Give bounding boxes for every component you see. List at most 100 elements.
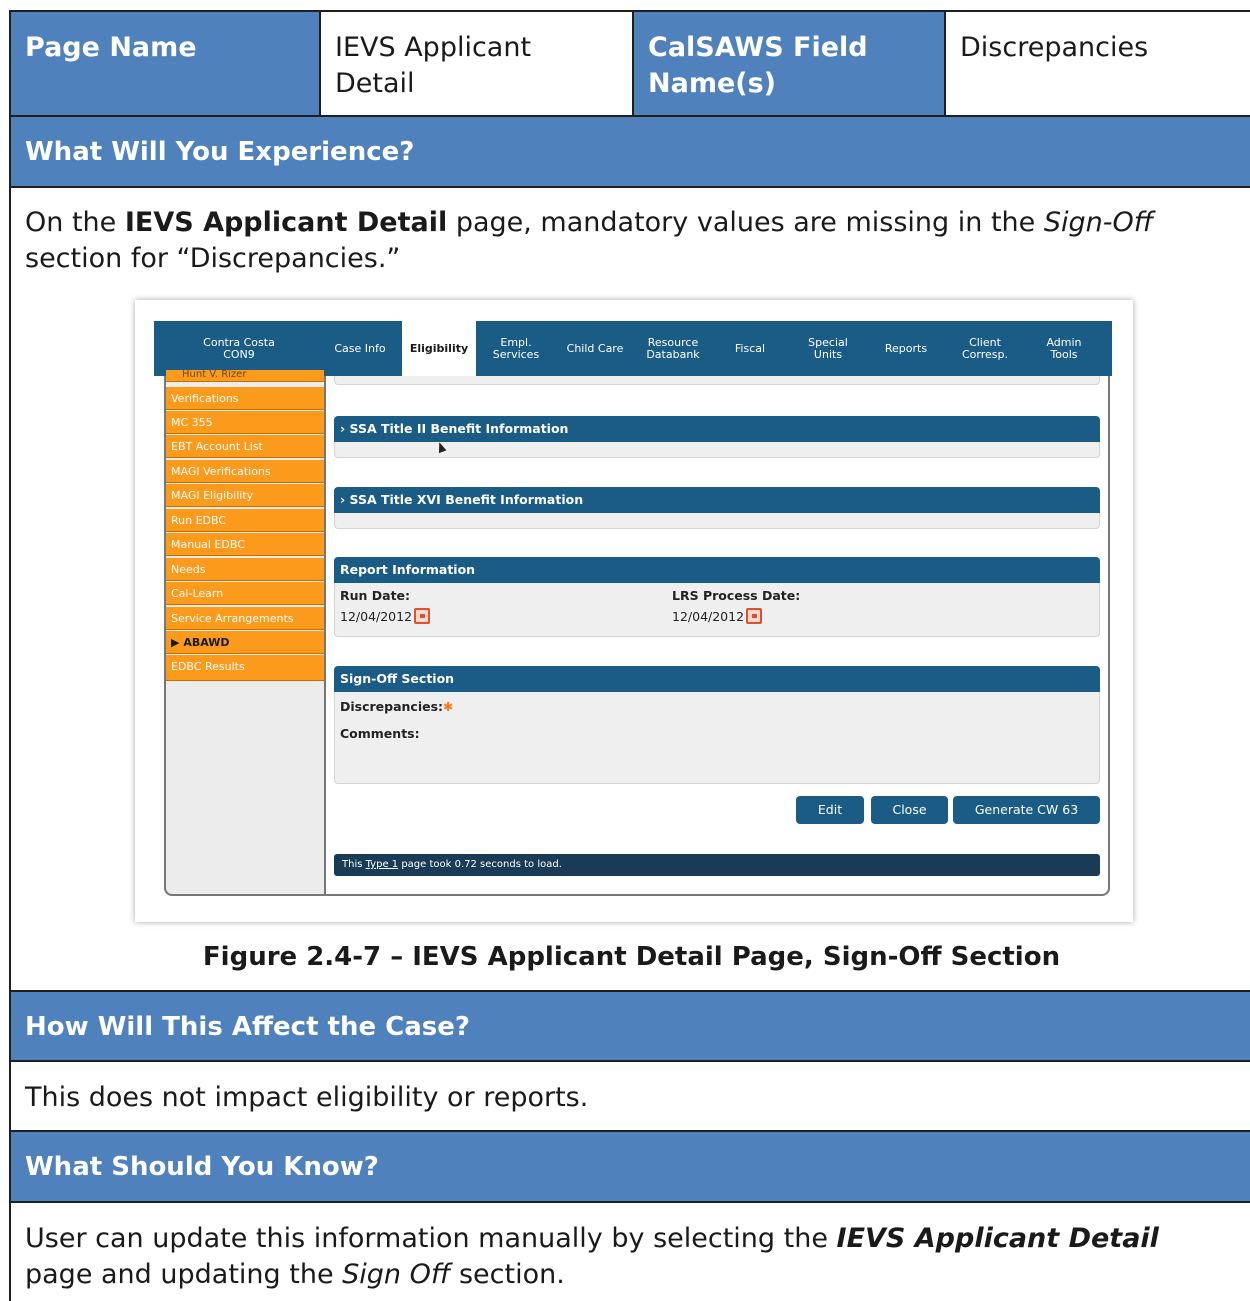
nav-resource-line1: Resource bbox=[647, 335, 699, 349]
run-date-value: 12/04/2012 bbox=[340, 608, 413, 624]
nav-reports-label: Reports bbox=[884, 341, 928, 355]
lrs-date-value: 12/04/2012 bbox=[672, 608, 745, 624]
nav-resource-line2: Databank bbox=[646, 347, 700, 361]
know-text-a: User can update this information manuall… bbox=[25, 1223, 837, 1254]
required-asterisk-icon: ✱ bbox=[443, 699, 454, 714]
nav-resource-databank[interactable]: Resource Databank bbox=[634, 321, 712, 376]
left-nav-item[interactable]: MC 355 bbox=[166, 411, 324, 434]
nav-eligibility-label: Eligibility bbox=[409, 342, 469, 355]
page-name-value: IEVS Applicant Detail bbox=[321, 12, 634, 115]
close-button[interactable]: Close bbox=[871, 796, 948, 824]
left-nav-item[interactable]: MAGI Verifications bbox=[166, 460, 324, 483]
field-name-label: CalSAWS Field Name(s) bbox=[634, 12, 946, 115]
know-text-b: IEVS Applicant Detail bbox=[836, 1223, 1159, 1254]
nav-fiscal-label: Fiscal bbox=[734, 341, 766, 355]
experience-text-a: On the bbox=[25, 207, 125, 238]
nav-admin-line1: Admin bbox=[1046, 335, 1082, 349]
nav-case-info[interactable]: Case Info bbox=[324, 321, 396, 376]
figure-caption: Figure 2.4-7 – IEVS Applicant Detail Pag… bbox=[202, 942, 1061, 972]
left-nav-item-active[interactable]: ▶ ABAWD bbox=[166, 631, 324, 654]
county-line2: CON9 bbox=[223, 347, 255, 361]
calendar-icon[interactable] bbox=[746, 608, 763, 624]
main-content-panel: › SSA Title II Benefit Information › SSA… bbox=[324, 376, 1110, 896]
nav-special-line2: Units bbox=[813, 347, 843, 361]
ssa-title16-body bbox=[334, 513, 1100, 529]
left-nav-item[interactable]: Needs bbox=[166, 558, 324, 581]
nav-client-line2: Corresp. bbox=[962, 347, 1008, 361]
affect-text: This does not impact eligibility or repo… bbox=[25, 1082, 589, 1113]
discrepancies-label-text: Discrepancies: bbox=[340, 699, 444, 714]
field-name-label-line1: CalSAWS Field bbox=[648, 32, 868, 63]
page-name-label: Page Name bbox=[11, 12, 321, 115]
experience-text-b: IEVS Applicant Detail bbox=[124, 207, 448, 238]
field-name-value: Discrepancies bbox=[946, 12, 1250, 115]
left-nav-item[interactable]: EDBC Results bbox=[166, 655, 324, 681]
prev-section-body bbox=[334, 376, 1100, 385]
report-info-header: Report Information bbox=[334, 557, 1100, 583]
edit-button[interactable]: Edit bbox=[796, 796, 864, 824]
app-top-nav: Contra Costa CON9 Case Info Eligibility E… bbox=[154, 321, 1112, 377]
app-screenshot: Contra Costa CON9 Case Info Eligibility E… bbox=[135, 300, 1133, 922]
comments-label: Comments: bbox=[340, 726, 420, 741]
know-text-e: section. bbox=[450, 1259, 565, 1290]
ssa-title2-body bbox=[334, 442, 1100, 458]
ssa-title2-header[interactable]: › SSA Title II Benefit Information bbox=[334, 416, 1100, 442]
nav-special-units[interactable]: Special Units bbox=[790, 321, 866, 376]
nav-empl-line1: Empl. bbox=[500, 335, 532, 349]
nav-fiscal[interactable]: Fiscal bbox=[712, 321, 788, 376]
nav-empl-services[interactable]: Empl. Services bbox=[478, 321, 554, 376]
nav-admin-tools[interactable]: Admin Tools bbox=[1026, 321, 1102, 376]
experience-text-d: Sign-Off bbox=[1043, 207, 1154, 238]
calendar-icon[interactable] bbox=[414, 608, 431, 624]
generate-cw63-button[interactable]: Generate CW 63 bbox=[953, 796, 1100, 824]
know-text-d: Sign Off bbox=[342, 1259, 451, 1290]
left-nav-item[interactable]: MAGI Eligibility bbox=[166, 484, 324, 507]
left-nav-item[interactable]: Service Arrangements bbox=[166, 607, 324, 630]
page-name-value-line1: IEVS Applicant bbox=[335, 32, 532, 63]
run-date-label: Run Date: bbox=[340, 588, 411, 603]
nav-child-care-label: Child Care bbox=[566, 341, 624, 355]
document-page: Page Name IEVS Applicant Detail CalSAWS … bbox=[9, 10, 1250, 1301]
left-nav-item[interactable]: Manual EDBC bbox=[166, 533, 324, 556]
status-text-b: page took 0.72 seconds to load. bbox=[398, 859, 562, 870]
nav-child-care[interactable]: Child Care bbox=[556, 321, 634, 376]
nav-special-line1: Special bbox=[808, 335, 848, 349]
know-heading: What Should You Know? bbox=[11, 1132, 1250, 1203]
county-label: Contra Costa CON9 bbox=[154, 321, 324, 376]
left-nav-item[interactable]: Verifications bbox=[166, 387, 324, 410]
ssa-title16-header[interactable]: › SSA Title XVI Benefit Information bbox=[334, 487, 1100, 513]
page-name-value-line2: Detail bbox=[335, 68, 415, 99]
experience-text-e: section for “Discrepancies.” bbox=[25, 243, 401, 274]
discrepancies-label: Discrepancies:✱ bbox=[340, 699, 454, 714]
know-text: User can update this information manuall… bbox=[25, 1221, 1225, 1293]
nav-case-info-label: Case Info bbox=[334, 341, 386, 355]
know-text-c: page and updating the bbox=[25, 1259, 343, 1290]
lrs-date-field: 12/04/2012 bbox=[672, 608, 763, 624]
nav-eligibility[interactable]: Eligibility bbox=[402, 321, 476, 377]
left-nav-item[interactable]: Cal-Learn bbox=[166, 582, 324, 605]
county-line1: Contra Costa bbox=[203, 335, 275, 349]
field-name-label-line2: Name(s) bbox=[648, 68, 777, 99]
experience-heading: What Will You Experience? bbox=[11, 117, 1250, 188]
nav-admin-line2: Tools bbox=[1050, 347, 1078, 361]
signoff-header: Sign-Off Section bbox=[334, 666, 1100, 692]
affect-heading: How Will This Affect the Case? bbox=[11, 992, 1250, 1062]
nav-empl-line2: Services bbox=[492, 347, 540, 361]
left-nav-active-label: ABAWD bbox=[183, 636, 230, 649]
status-text-a: This bbox=[342, 859, 366, 870]
nav-client-corresp[interactable]: Client Corresp. bbox=[946, 321, 1024, 376]
experience-text: On the IEVS Applicant Detail page, manda… bbox=[25, 205, 1225, 277]
status-type-link[interactable]: Type 1 bbox=[366, 859, 399, 870]
left-nav-partial-item[interactable]: Hunt V. Rizer bbox=[166, 370, 324, 382]
page-load-status: This Type 1 page took 0.72 seconds to lo… bbox=[334, 854, 1100, 876]
signoff-body: Discrepancies:✱ Comments: bbox=[334, 692, 1100, 784]
nav-client-line1: Client bbox=[969, 335, 1001, 349]
left-nav-item[interactable]: EBT Account List bbox=[166, 435, 324, 458]
left-nav-item[interactable]: Run EDBC bbox=[166, 509, 324, 532]
header-row: Page Name IEVS Applicant Detail CalSAWS … bbox=[11, 12, 1250, 117]
run-date-field: 12/04/2012 bbox=[340, 608, 431, 624]
active-marker-icon: ▶ bbox=[171, 636, 180, 649]
experience-text-c: page, mandatory values are missing in th… bbox=[447, 207, 1044, 238]
nav-reports[interactable]: Reports bbox=[868, 321, 944, 376]
report-info-body: Run Date: 12/04/2012 LRS Process Date: 1… bbox=[334, 583, 1100, 637]
